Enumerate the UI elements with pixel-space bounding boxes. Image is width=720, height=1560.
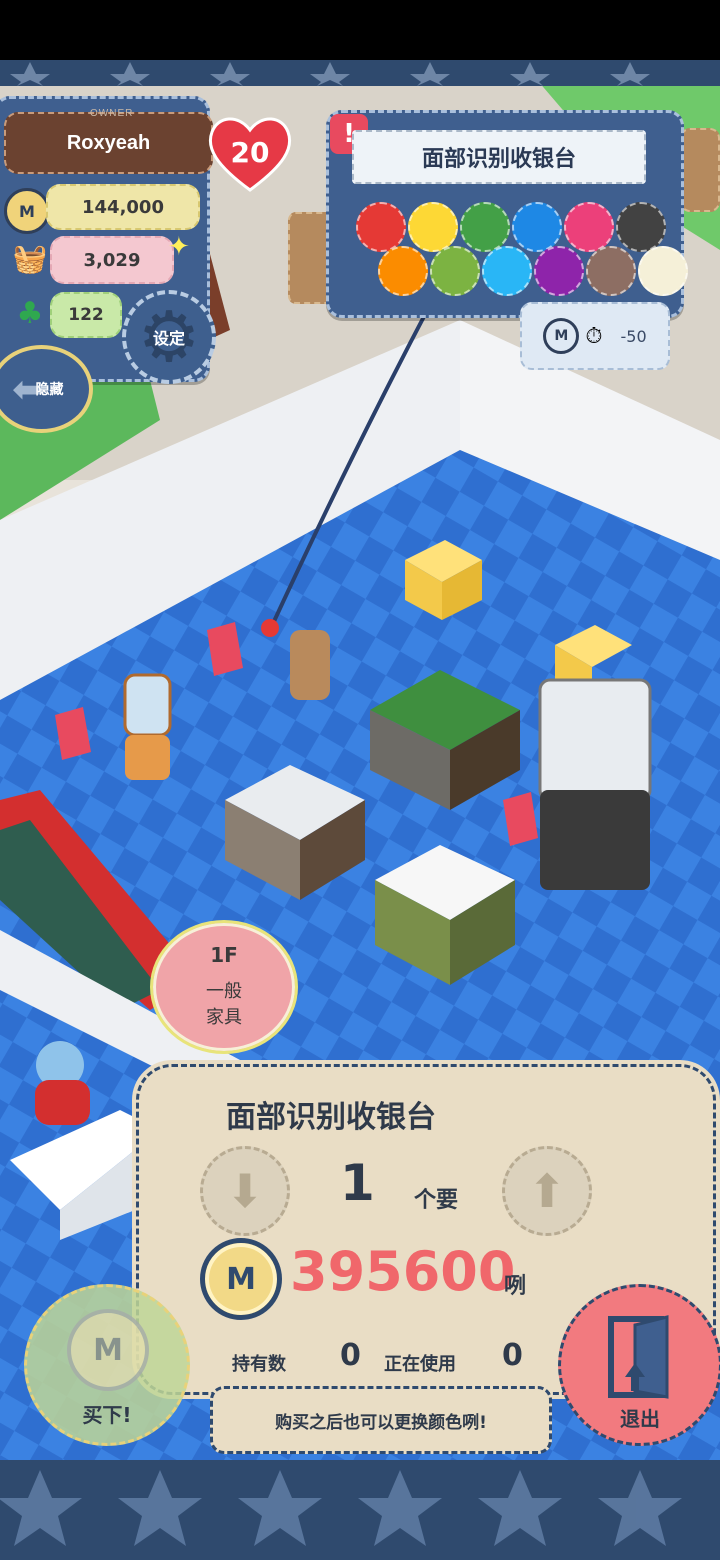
basket-icon: 🧺 xyxy=(12,241,48,275)
bottom-star-strip xyxy=(0,1460,720,1560)
quantity-increase-button[interactable]: ⬆ xyxy=(502,1146,592,1236)
door-icon xyxy=(605,1315,673,1399)
color-swatch[interactable] xyxy=(534,246,584,296)
coin-balance-value: 144,000 xyxy=(82,196,164,218)
clover-balance-value: 122 xyxy=(68,305,104,325)
clover-icon: ♣ xyxy=(16,295,44,331)
color-swatch[interactable] xyxy=(586,246,636,296)
currency-word: 咧 xyxy=(504,1274,527,1299)
in-use-label: 正在使用 xyxy=(384,1354,456,1375)
color-change-hint: 购买之后也可以更换颜色咧! xyxy=(210,1386,552,1454)
color-swatch[interactable] xyxy=(638,246,688,296)
color-swatch[interactable] xyxy=(616,202,666,252)
exit-button[interactable]: 退出 xyxy=(558,1284,720,1446)
price-coin-icon: M xyxy=(200,1238,282,1320)
item-title: 面部识别收银台 xyxy=(421,147,576,172)
color-swatch[interactable] xyxy=(564,202,614,252)
item-balance-value: 3,029 xyxy=(83,249,141,271)
owner-tag: OWNER xyxy=(90,108,134,119)
floor-category-line2: 家具 xyxy=(206,1007,242,1028)
in-use-value: 0 xyxy=(502,1338,523,1373)
color-swatch[interactable] xyxy=(378,246,428,296)
quantity-unit: 个要 xyxy=(414,1188,459,1213)
level-value: 20 xyxy=(230,135,270,169)
color-swatch[interactable] xyxy=(408,202,458,252)
owned-value: 0 xyxy=(340,1338,361,1373)
color-swatch[interactable] xyxy=(460,202,510,252)
color-swatch[interactable] xyxy=(482,246,532,296)
coin-ghost-icon: M xyxy=(67,1309,149,1391)
arrow-down-icon: ⬇ xyxy=(225,1164,265,1218)
arrow-up-icon: ⬆ xyxy=(527,1164,567,1218)
level-heart-badge: 20 xyxy=(206,110,294,194)
settings-label: 设定 xyxy=(152,329,185,348)
color-swatch-grid xyxy=(356,202,688,300)
owner-name: Roxyeah xyxy=(66,131,151,154)
purchase-title: 面部识别收银台 xyxy=(226,1100,436,1135)
floor-label: 1F xyxy=(210,943,238,967)
clover-balance: 122 xyxy=(50,292,122,338)
buy-button[interactable]: M 买下! xyxy=(24,1284,190,1446)
coin-small-icon: M xyxy=(543,318,580,354)
time-cost-box: M ⏱ -50 xyxy=(520,302,670,370)
buy-label: 买下! xyxy=(82,1403,132,1427)
hide-label: 隐藏 xyxy=(35,382,64,398)
top-star-strip xyxy=(0,60,720,86)
coin-icon: M xyxy=(4,188,50,234)
owner-name-plate[interactable]: OWNER Roxyeah xyxy=(4,108,213,174)
owned-label: 持有数 xyxy=(232,1354,286,1375)
sparkle-icon: ✦ xyxy=(168,232,190,262)
coin-balance: 144,000 xyxy=(46,184,200,230)
exit-label: 退出 xyxy=(620,1407,660,1431)
hint-text: 购买之后也可以更换颜色咧! xyxy=(275,1412,487,1433)
quantity-value: 1 xyxy=(340,1154,375,1212)
quantity-decrease-button[interactable]: ⬇ xyxy=(200,1146,290,1236)
color-swatch[interactable] xyxy=(512,202,562,252)
color-swatch[interactable] xyxy=(356,202,406,252)
settings-button[interactable]: ⚙ 设定 xyxy=(122,290,216,384)
floor-category-line1: 一般 xyxy=(206,981,242,1002)
item-balance: 3,029 xyxy=(50,236,174,284)
item-title-ribbon: 面部识别收银台 xyxy=(352,130,646,184)
floor-badge[interactable]: 1F 一般 家具 xyxy=(150,920,298,1054)
timer-icon: ⏱ xyxy=(585,323,603,349)
time-delta: -50 xyxy=(620,326,647,346)
price-value: 395600 xyxy=(290,1240,516,1303)
side-tag-strip xyxy=(680,128,720,212)
color-swatch[interactable] xyxy=(430,246,480,296)
